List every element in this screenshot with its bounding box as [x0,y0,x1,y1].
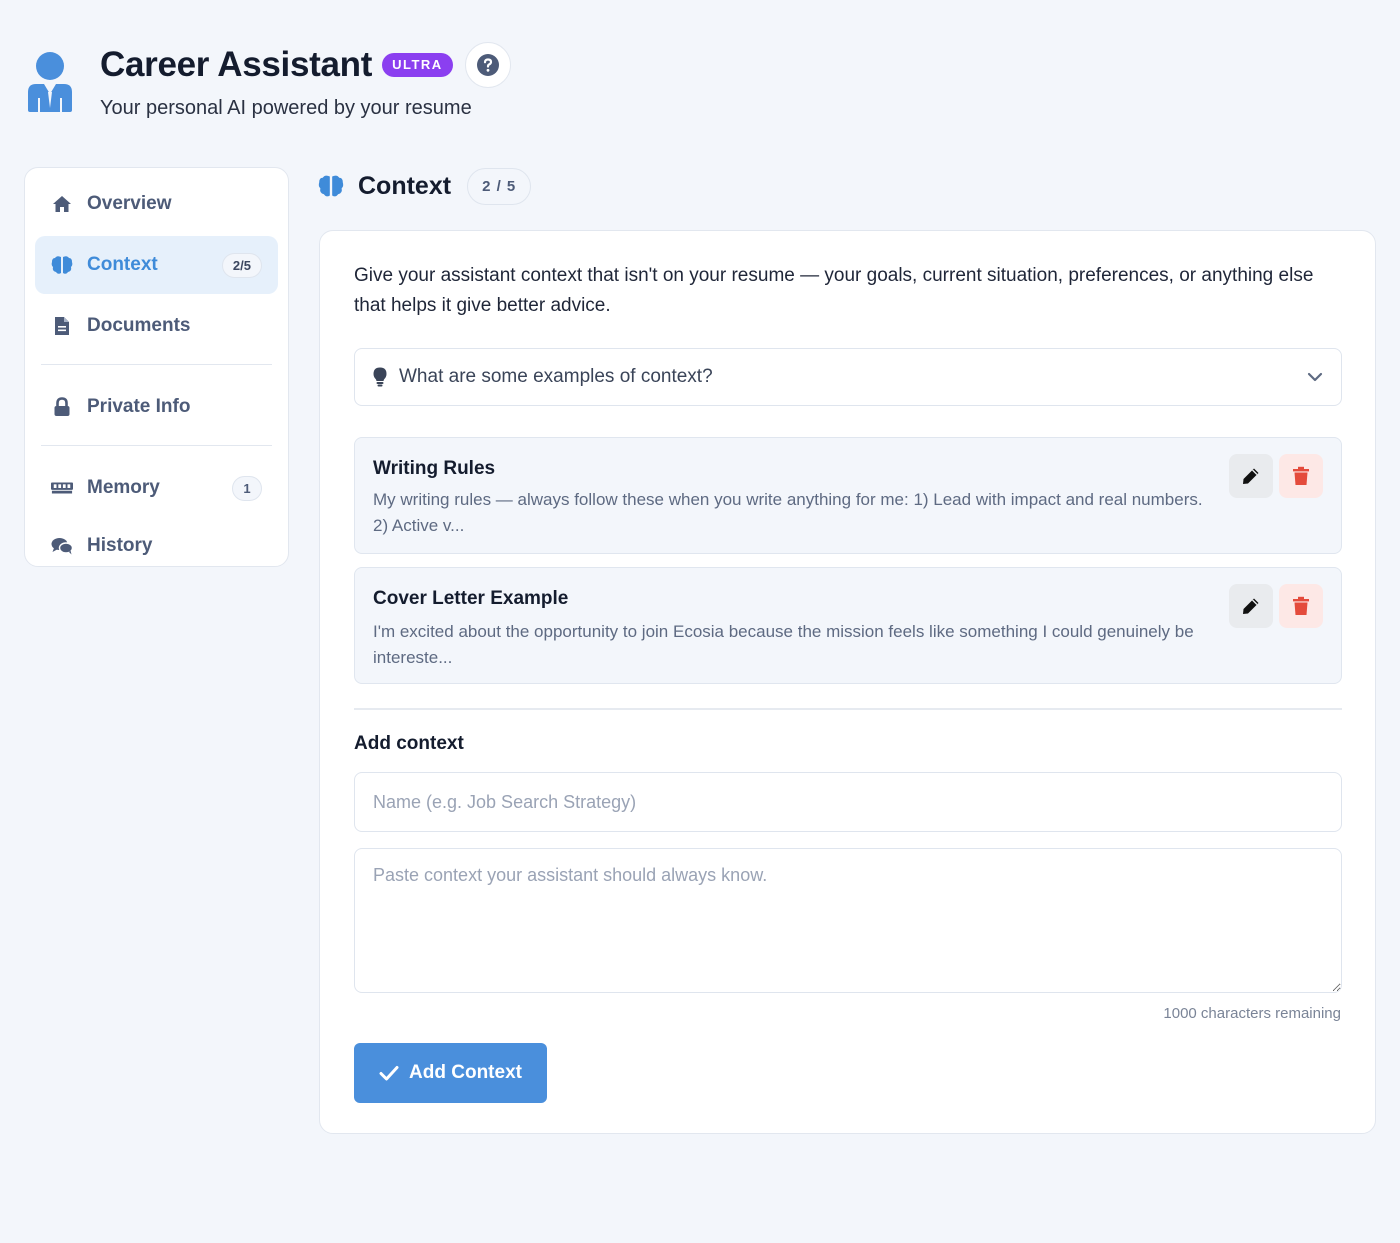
context-item: Cover Letter Example I'm excited about t… [354,567,1342,684]
sidebar-item-overview[interactable]: Overview [35,178,278,230]
section-divider [354,708,1342,710]
app-title: Career Assistant [100,45,373,84]
intro-text: Give your assistant context that isn't o… [354,265,1314,316]
chat-icon [51,535,73,557]
sidebar-item-label: Context [87,254,158,275]
sidebar-item-label: Overview [87,193,172,214]
brain-icon [51,254,73,276]
section-count-badge: 2 / 5 [467,167,532,205]
add-context-button[interactable]: Add Context [354,1043,547,1103]
sidebar-item-memory[interactable]: Memory 1 [35,462,278,514]
context-item-preview: I'm excited about the opportunity to joi… [373,622,1194,667]
sidebar-item-documents[interactable]: Documents [35,300,278,352]
edit-button[interactable] [1229,454,1273,498]
trash-icon [1293,596,1309,615]
delete-button[interactable] [1279,584,1323,628]
delete-button[interactable] [1279,454,1323,498]
context-count-badge: 2/5 [221,252,262,278]
memory-count-badge: 1 [232,475,262,501]
sidebar-item-context[interactable]: Context 2/5 [35,236,278,294]
app-subtitle: Your personal AI powered by your resume [100,97,472,119]
lightbulb-icon [373,367,387,387]
context-panel: Give your assistant context that isn't o… [319,230,1376,1134]
lock-icon [51,396,73,418]
document-icon [51,315,73,337]
edit-button[interactable] [1229,584,1273,628]
sidebar-item-label: Private Info [87,396,191,417]
add-context-button-label: Add Context [409,1062,522,1083]
sidebar-item-label: Memory [87,477,160,498]
ultra-badge: ULTRA [382,53,453,77]
context-item-title: Writing Rules [373,458,496,479]
context-content-textarea[interactable] [354,848,1342,993]
examples-disclosure[interactable]: What are some examples of context? [354,348,1342,406]
brain-icon [318,175,344,197]
section-header: Context 2 / 5 [318,167,532,205]
context-item-preview: My writing rules — always follow these w… [373,490,1203,535]
question-icon [476,54,499,76]
trash-icon [1293,466,1309,485]
context-name-input[interactable] [354,772,1342,832]
page-title: Context [358,171,452,200]
context-item-title: Cover Letter Example [373,588,569,609]
examples-label: What are some examples of context? [399,366,713,387]
pencil-icon [1243,598,1259,614]
home-icon [51,193,73,215]
sidebar-item-label: Documents [87,315,191,336]
check-icon [379,1065,399,1081]
title-row: Career Assistant ULTRA [100,40,511,90]
sidebar: Overview Context 2/5 Documents Private I… [24,167,289,567]
add-context-heading: Add context [354,733,464,754]
user-avatar-icon [28,52,72,112]
sidebar-item-private-info[interactable]: Private Info [35,381,278,433]
char-remaining-counter: 1000 characters remaining [1163,1005,1341,1022]
app-header: Career Assistant ULTRA Your personal AI … [24,40,624,130]
sidebar-divider [41,445,272,446]
pencil-icon [1243,468,1259,484]
sidebar-item-history[interactable]: History [35,520,278,572]
chevron-down-icon [1307,372,1323,382]
sidebar-divider [41,364,272,365]
context-item: Writing Rules My writing rules — always … [354,437,1342,554]
sidebar-item-label: History [87,535,153,556]
help-button[interactable] [464,42,511,88]
memory-icon [51,477,73,499]
